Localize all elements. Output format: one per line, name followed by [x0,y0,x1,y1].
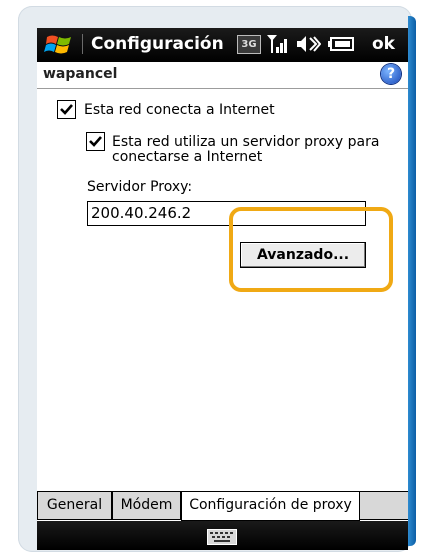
connect-internet-checkbox[interactable] [57,100,76,119]
tab-modem[interactable]: Módem [112,492,181,520]
battery-icon[interactable] [328,36,354,52]
3g-status-icon[interactable]: 3G [237,35,261,54]
network-name: wapancel [43,66,118,82]
proxy-label-line1: Esta red utiliza un servidor proxy para [112,134,380,150]
tab-bar-filler [360,492,408,520]
subtitle-bar: wapancel ? [37,62,408,89]
title-bar: Configuración 3G ok [37,28,408,62]
signal-strength-icon[interactable] [266,33,290,55]
tab-general[interactable]: General [37,492,112,520]
proxy-server-label: Servidor Proxy: [87,179,193,195]
connect-internet-label: Esta red conecta a Internet [84,102,275,118]
help-icon[interactable]: ? [381,64,401,84]
checkmark-icon [60,104,73,115]
proxy-label-line2: conectarse a Internet [112,149,263,165]
proxy-checkbox[interactable] [86,132,105,151]
window-title: Configuración [91,34,224,54]
windows-logo-icon[interactable] [43,31,75,59]
highlight-annotation [229,207,393,292]
title-separator [82,34,83,54]
frame-edge [408,16,416,546]
checkmark-icon [89,136,102,147]
volume-icon[interactable] [295,34,321,54]
tab-proxy-settings[interactable]: Configuración de proxy [181,492,360,521]
keyboard-icon[interactable] [207,529,237,545]
tab-bar: General Módem Configuración de proxy [37,491,408,522]
ok-button[interactable]: ok [372,34,395,54]
bottom-bar [37,521,408,550]
